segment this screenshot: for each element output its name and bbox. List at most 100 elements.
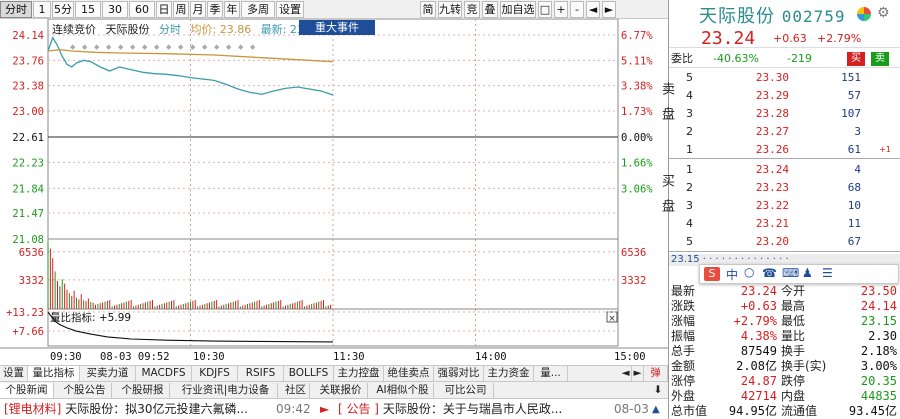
x-tick-label: 15:00 xyxy=(614,351,646,363)
indicator-tab-4[interactable]: KDJFS xyxy=(192,366,238,382)
order-price: 23.20 xyxy=(755,235,789,248)
period-tab-0[interactable]: 分时 xyxy=(0,1,32,18)
gear-icon[interactable]: ⚙ xyxy=(877,5,890,21)
tool-button-9[interactable]: ► xyxy=(602,1,616,18)
intraday-chart-area[interactable]: 24.14 23.76 23.38 23.00 22.61 22.23 21.84 21.47… xyxy=(0,19,668,365)
indicator-tab-11[interactable]: 量... xyxy=(534,366,568,382)
event-marker: ◆ xyxy=(250,43,256,51)
tool-button-8[interactable]: ◄ xyxy=(586,1,600,18)
order-level: 3 xyxy=(686,199,693,212)
ime-logo-icon[interactable]: S xyxy=(704,267,720,281)
period-tab-10[interactable]: 年 xyxy=(224,1,240,18)
volume-tick-label: 6536 xyxy=(621,247,646,259)
ticker-arrow-icon[interactable]: ► xyxy=(320,399,329,419)
ime-punct-icon[interactable]: ○ xyxy=(744,265,754,279)
period-tab-8[interactable]: 月 xyxy=(190,1,206,18)
sell-level-1[interactable]: 1 23.26 61 +1 xyxy=(669,141,900,159)
indicator-tab-9[interactable]: 强弱对比 xyxy=(434,366,484,382)
scroll-right-icon[interactable]: ► xyxy=(632,366,644,382)
news-tab-2[interactable]: 个股研报 xyxy=(116,383,170,398)
indicator-tab-0[interactable]: 设置 xyxy=(0,366,28,382)
y-tick-label: 24.14 xyxy=(12,30,44,42)
weibi-row: 委比 -40.63% -219 买 卖 xyxy=(669,50,900,68)
indicator-tab-2[interactable]: 买卖力道 xyxy=(80,366,136,382)
x-tick-label: 10:30 xyxy=(193,351,225,363)
news-tab-4[interactable]: 社区 xyxy=(282,383,310,398)
quote-label: 量比 xyxy=(781,329,806,343)
app-logo-icon[interactable] xyxy=(857,7,871,21)
period-tab-3[interactable]: 15分 xyxy=(75,1,101,31)
tool-button-7[interactable]: - xyxy=(570,1,584,18)
tool-button-1[interactable]: 九转 xyxy=(438,1,462,18)
buy-level-5[interactable]: 5 23.20 67 xyxy=(669,233,900,251)
news-tab-7[interactable]: 可比公司 xyxy=(438,383,494,398)
indicator-tab-7[interactable]: 主力控盘 xyxy=(334,366,384,382)
order-price: 23.21 xyxy=(755,217,789,230)
news-tab-1[interactable]: 个股公告 xyxy=(58,383,112,398)
quote-value: +2.79% xyxy=(733,314,777,328)
ticker-item-1[interactable]: [锂电材料] 天际股份：拟30亿元投建六氟磷... xyxy=(4,399,248,419)
ime-toolbar[interactable]: S 中 ○ ☎ ⌨ ♟ ☰ xyxy=(699,264,899,284)
event-marker: ◆ xyxy=(130,43,136,51)
intraday-chart[interactable]: 24.14 23.76 23.38 23.00 22.61 22.23 21.84 21.47… xyxy=(0,19,668,365)
indicator-tab-3[interactable]: MACDFS xyxy=(136,366,192,382)
ime-mode-icon[interactable]: 中 xyxy=(726,266,738,283)
sell-button[interactable]: 卖 xyxy=(871,52,889,66)
news-tab-3[interactable]: 行业资讯|电力设备 xyxy=(174,383,278,398)
sell-level-5[interactable]: 5 23.30 151 xyxy=(669,69,900,87)
scroll-left-icon[interactable]: ◄ xyxy=(620,366,632,382)
news-tab-6[interactable]: AI相似个股 xyxy=(372,383,434,398)
order-price: 23.27 xyxy=(755,125,789,138)
news-tab-5[interactable]: 关联报价 xyxy=(314,383,368,398)
sell-level-4[interactable]: 4 23.29 57 xyxy=(669,87,900,105)
download-icon[interactable]: ⬇ xyxy=(648,383,668,398)
news-tab-0[interactable]: 个股新闻 xyxy=(0,383,54,398)
ticker-scroll-icon[interactable]: ▲ xyxy=(652,399,660,419)
indicator-tab-10[interactable]: 主力资金 xyxy=(484,366,534,382)
event-marker: ◆ xyxy=(106,43,112,51)
period-tab-6[interactable]: 日 xyxy=(156,1,172,18)
volume-tick-label: 3332 xyxy=(621,275,646,287)
order-volume: 107 xyxy=(841,107,861,120)
major-events-button[interactable]: 重大事件 xyxy=(299,20,375,35)
ime-voice-icon[interactable]: ☎ xyxy=(762,266,777,280)
period-tab-4[interactable]: 30分 xyxy=(102,1,128,31)
period-tab-1[interactable]: 1分 xyxy=(33,1,51,31)
buy-side-label: 买盘 xyxy=(659,174,685,224)
tool-button-5[interactable]: □ xyxy=(538,1,552,18)
period-tab-11[interactable]: 多周期 xyxy=(241,1,275,31)
quote-row: 涨幅 +2.79% 最低 23.15 xyxy=(669,314,900,329)
tool-button-6[interactable]: + xyxy=(554,1,568,18)
period-tab-9[interactable]: 季 xyxy=(207,1,223,18)
period-tab-7[interactable]: 周 xyxy=(173,1,189,18)
buy-level-4[interactable]: 4 23.21 11 xyxy=(669,215,900,233)
ticker-item-2[interactable]: [ 公告 ] 天际股份：关于与瑞昌市人民政... xyxy=(338,399,562,419)
y-pct-label: 6.77% xyxy=(621,30,653,42)
ime-skin-icon[interactable]: ♟ xyxy=(802,266,813,280)
event-marker: ◆ xyxy=(202,43,208,51)
event-marker: ◆ xyxy=(94,43,100,51)
buy-level-3[interactable]: 3 23.22 10 xyxy=(669,197,900,215)
indicator-tab-8[interactable]: 绝佳卖点 xyxy=(384,366,434,382)
period-tab-5[interactable]: 60分 xyxy=(129,1,155,31)
event-marker: ◆ xyxy=(214,43,220,51)
buy-button[interactable]: 买 xyxy=(847,52,865,66)
sell-level-3[interactable]: 3 23.28 107 xyxy=(669,105,900,123)
tool-button-0[interactable]: 简 xyxy=(420,1,436,18)
ime-menu-icon[interactable]: ☰ xyxy=(822,266,833,280)
ime-keyboard-icon[interactable]: ⌨ xyxy=(782,266,799,280)
tool-button-4[interactable]: 加自选 xyxy=(500,1,536,18)
sell-level-2[interactable]: 2 23.27 3 xyxy=(669,123,900,141)
indicator-tab-5[interactable]: RSIFS xyxy=(238,366,284,382)
popup-icon[interactable]: 弹 xyxy=(644,366,668,382)
indicator-tab-1[interactable]: 量比指标 xyxy=(28,366,80,382)
indicator-tab-6[interactable]: BOLLFS xyxy=(284,366,334,382)
buy-level-1[interactable]: 1 23.24 4 xyxy=(669,161,900,179)
quote-row: 总市值 94.95亿 流通值 93.45亿 xyxy=(669,404,900,419)
tool-button-2[interactable]: 竞 xyxy=(464,1,480,18)
buy-level-2[interactable]: 2 23.23 68 xyxy=(669,179,900,197)
tool-button-3[interactable]: 叠 xyxy=(482,1,498,18)
quote-label: 涨幅 xyxy=(671,314,696,328)
period-tab-12[interactable]: 设置 xyxy=(276,1,304,18)
period-tab-2[interactable]: 5分 xyxy=(52,1,74,18)
